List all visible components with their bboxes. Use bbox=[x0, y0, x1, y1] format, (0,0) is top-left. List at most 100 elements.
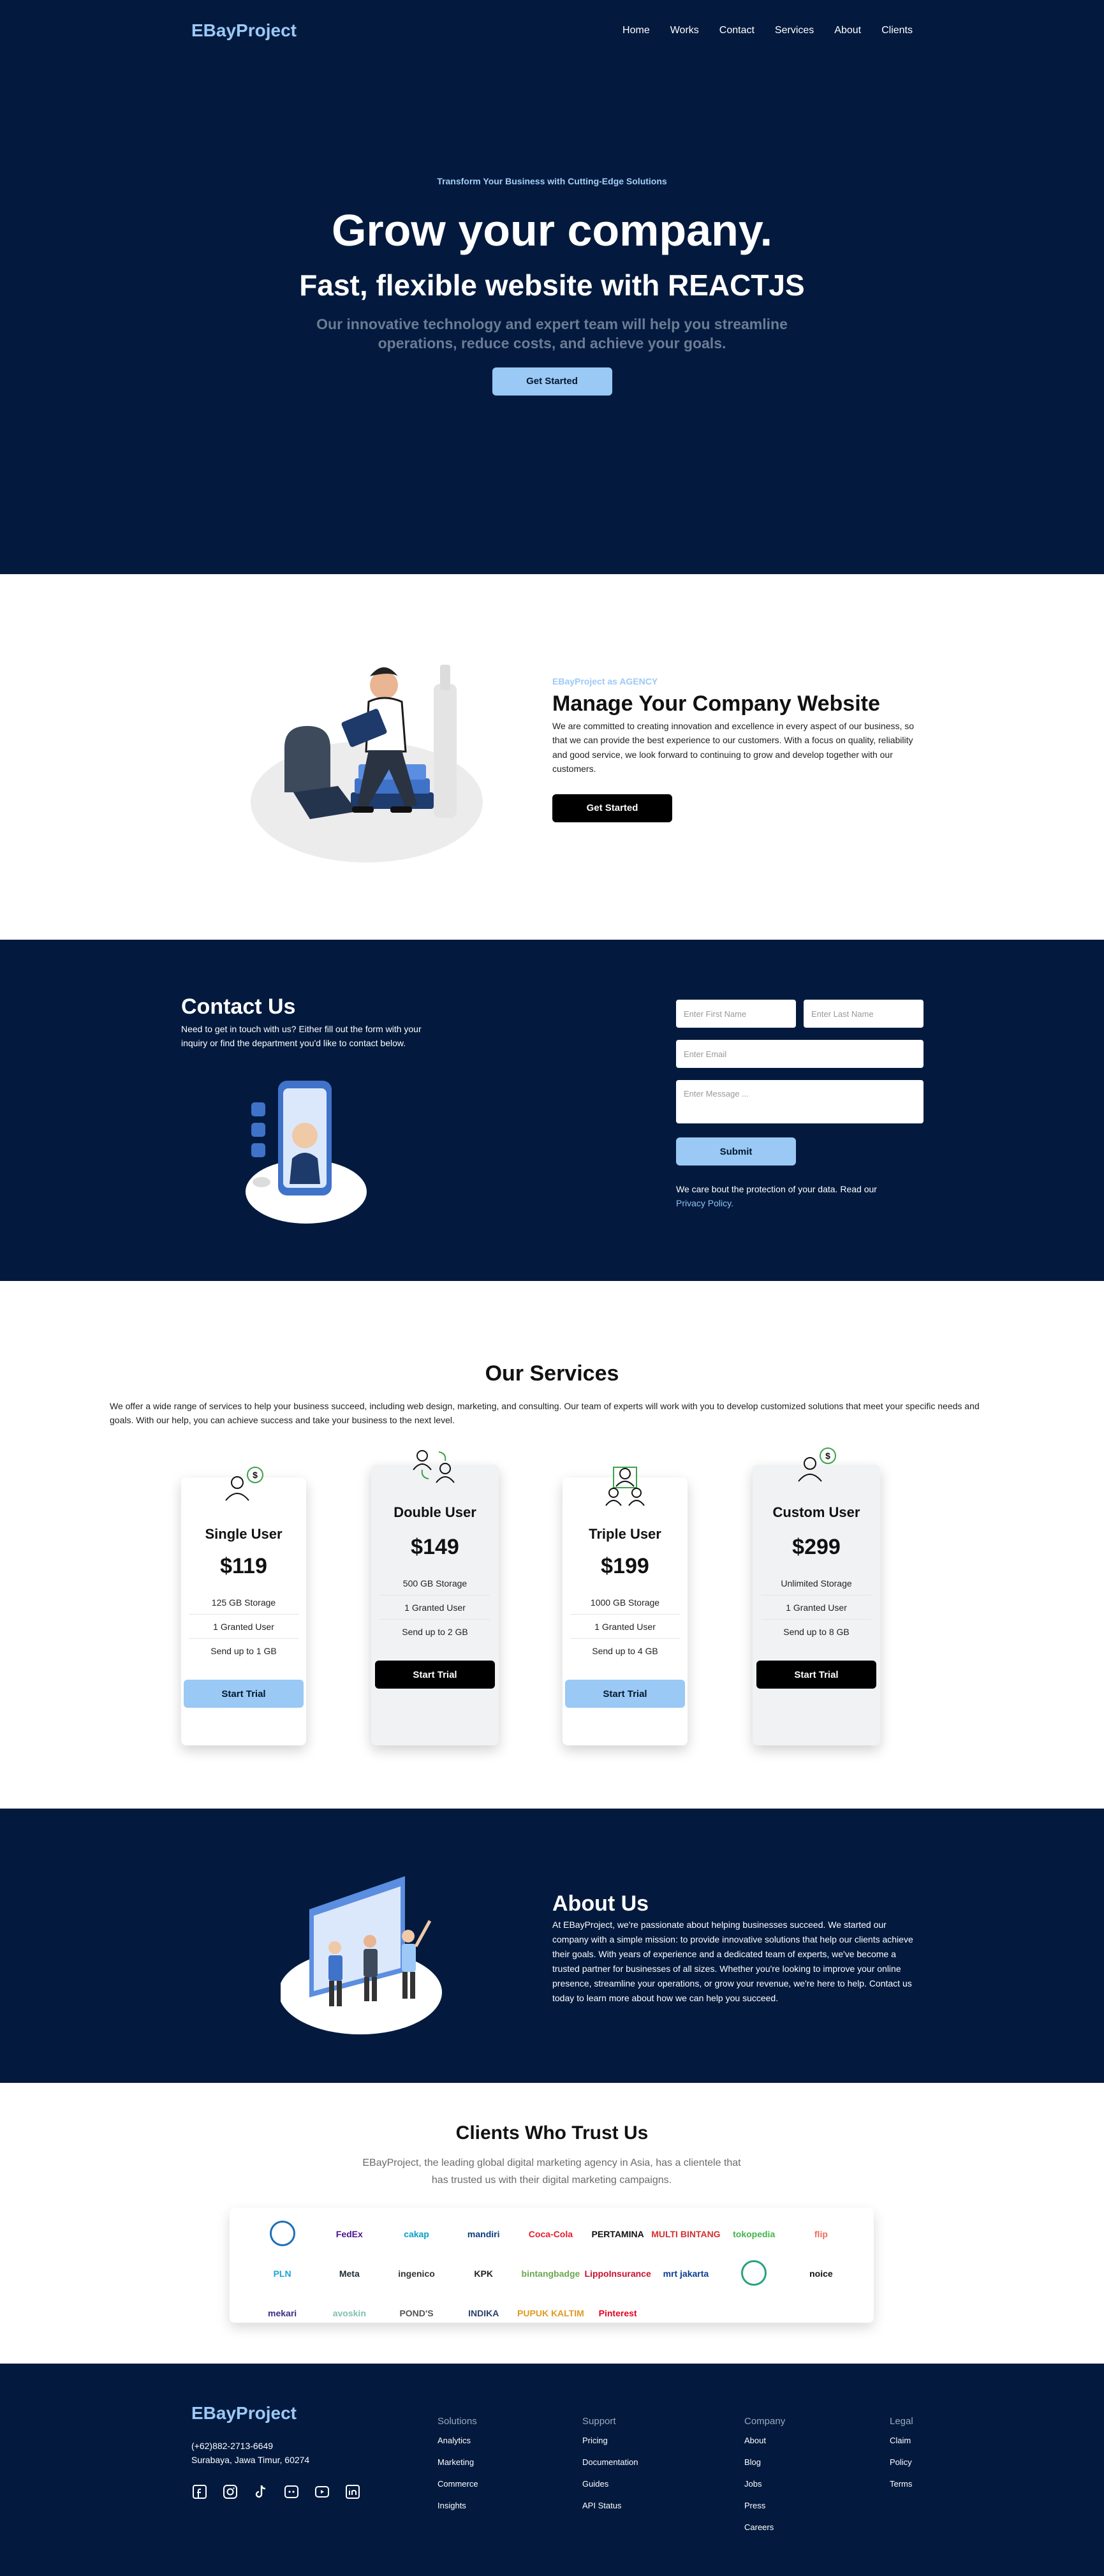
plan-feature: Send up to 2 GB bbox=[402, 1627, 468, 1637]
footer-link[interactable]: Careers bbox=[744, 2522, 785, 2544]
footer-brand[interactable]: EBayProject bbox=[191, 2403, 297, 2424]
client-logo: mekari bbox=[268, 2308, 297, 2318]
start-trial-button[interactable]: Start Trial bbox=[375, 1661, 495, 1689]
footer-col-title: Solutions bbox=[438, 2416, 477, 2427]
message-textarea[interactable]: Enter Message ... bbox=[676, 1080, 924, 1123]
client-logo: LippoInsurance bbox=[585, 2269, 651, 2279]
start-trial-button[interactable]: Start Trial bbox=[756, 1661, 876, 1689]
services-title: Our Services bbox=[485, 1361, 619, 1386]
email-input[interactable]: Enter Email bbox=[676, 1040, 924, 1068]
first-name-input[interactable]: Enter First Name bbox=[676, 1000, 796, 1028]
plan-name: Single User bbox=[205, 1526, 283, 1542]
footer-link[interactable]: API Status bbox=[582, 2501, 638, 2522]
client-logo-text: POND'S bbox=[399, 2308, 434, 2318]
nav-link-works[interactable]: Works bbox=[670, 25, 699, 36]
client-logo-text: mekari bbox=[268, 2308, 297, 2318]
client-logo: KPK bbox=[474, 2269, 493, 2279]
hero-get-started-button[interactable]: Get Started bbox=[492, 367, 612, 396]
client-logo-grid: FedEx cakap mandiri Coca-Cola PERTAMINA MULTI… bbox=[249, 2214, 855, 2333]
start-trial-button[interactable]: Start Trial bbox=[184, 1680, 304, 1708]
hero-section: EBayProject Home Works Contact Services … bbox=[0, 0, 1104, 574]
agency-description: We are committed to creating innovation … bbox=[552, 721, 915, 774]
footer-link[interactable]: Jobs bbox=[744, 2479, 785, 2501]
client-logo-text: KPK bbox=[474, 2269, 493, 2279]
client-logo: avoskin bbox=[333, 2308, 366, 2318]
client-logo-text: avoskin bbox=[332, 2308, 366, 2318]
footer-link[interactable]: Pricing bbox=[582, 2436, 638, 2457]
discord-icon[interactable] bbox=[283, 2483, 300, 2500]
double-user-icon bbox=[413, 1450, 455, 1483]
facebook-icon[interactable] bbox=[191, 2483, 208, 2500]
brand-logo[interactable]: EBayProject bbox=[191, 20, 297, 41]
footer-link[interactable]: Claim bbox=[890, 2436, 913, 2457]
client-logo: MULTI BINTANG bbox=[651, 2229, 720, 2239]
submit-button[interactable]: Submit bbox=[676, 1137, 796, 1166]
client-logo: ingenico bbox=[398, 2269, 435, 2279]
plan-features: 125 GB Storage 1 Granted User Send up to… bbox=[189, 1590, 298, 1663]
plan-feature: 1 Granted User bbox=[189, 1615, 298, 1639]
nav-link-about[interactable]: About bbox=[834, 25, 861, 36]
plan-feature: 125 GB Storage bbox=[189, 1590, 298, 1615]
contact-title: Contact Us bbox=[181, 995, 296, 1019]
footer-link[interactable]: Insights bbox=[438, 2501, 478, 2522]
footer-phone: (+62)882-2713-6649 bbox=[191, 2441, 274, 2451]
footer-link[interactable]: Commerce bbox=[438, 2479, 478, 2501]
footer-link[interactable]: Policy bbox=[890, 2457, 913, 2479]
client-logo: flip bbox=[814, 2229, 828, 2239]
linkedin-icon[interactable] bbox=[344, 2483, 361, 2500]
footer: EBayProject (+62)882-2713-6649 Surabaya,… bbox=[0, 2364, 1104, 2576]
last-name-input[interactable]: Enter Last Name bbox=[804, 1000, 924, 1028]
client-logo-text: FedEx bbox=[335, 2229, 363, 2239]
footer-link[interactable]: Marketing bbox=[438, 2457, 478, 2479]
footer-link[interactable]: Guides bbox=[582, 2479, 638, 2501]
svg-text:$: $ bbox=[253, 1470, 258, 1480]
start-trial-button[interactable]: Start Trial bbox=[565, 1680, 685, 1708]
footer-link[interactable]: Press bbox=[744, 2501, 785, 2522]
privacy-policy-link[interactable]: Privacy Policy. bbox=[676, 1198, 733, 1208]
clients-description: EBayProject, the leading global digital … bbox=[362, 2158, 741, 2186]
plan-feature: 1000 GB Storage bbox=[570, 1590, 680, 1615]
services-description: We offer a wide range of services to hel… bbox=[110, 1401, 980, 1426]
client-logo: PERTAMINA bbox=[592, 2229, 644, 2239]
footer-link[interactable]: Blog bbox=[744, 2457, 785, 2479]
client-logo bbox=[741, 2260, 767, 2288]
footer-col-title: Support bbox=[582, 2416, 616, 2427]
privacy-text: We care bout the protection of your data… bbox=[676, 1184, 877, 1194]
client-logo: cakap bbox=[404, 2229, 429, 2239]
footer-col-legal: Legal Claim Policy Terms bbox=[890, 2416, 913, 2501]
about-description: At EBayProject, we're passionate about h… bbox=[552, 1920, 913, 2004]
nav-link-contact[interactable]: Contact bbox=[719, 25, 754, 36]
pricing-card-double: Double User $149 500 GB Storage 1 Grante… bbox=[371, 1450, 499, 1745]
footer-link[interactable]: Terms bbox=[890, 2479, 913, 2501]
instagram-icon[interactable] bbox=[222, 2483, 239, 2500]
footer-col-title: Company bbox=[744, 2416, 786, 2427]
hero-description: Our innovative technology and expert tea… bbox=[316, 316, 788, 352]
triple-user-icon bbox=[605, 1467, 645, 1506]
footer-link[interactable]: Analytics bbox=[438, 2436, 478, 2457]
youtube-icon[interactable] bbox=[314, 2483, 330, 2500]
svg-text:$: $ bbox=[825, 1451, 830, 1461]
nav-links: Home Works Contact Services About Client… bbox=[622, 25, 913, 36]
agency-get-started-button[interactable]: Get Started bbox=[552, 794, 672, 822]
pricing-card-custom: $ Custom User $299 Unlimited Storage 1 G… bbox=[753, 1447, 880, 1745]
social-links bbox=[191, 2483, 361, 2500]
client-logo: INDIKA bbox=[468, 2308, 499, 2318]
footer-link[interactable]: About bbox=[744, 2436, 785, 2457]
single-user-icon: $ bbox=[225, 1467, 263, 1501]
plan-feature: Send up to 8 GB bbox=[783, 1627, 850, 1637]
nav-link-clients[interactable]: Clients bbox=[881, 25, 913, 36]
nav-link-services[interactable]: Services bbox=[775, 25, 814, 36]
hero-title: Grow your company. bbox=[331, 205, 773, 255]
about-text: About Us At EBayProject, we're passionat… bbox=[552, 1891, 922, 2006]
plan-feature: Unlimited Storage bbox=[762, 1571, 871, 1595]
client-logo-text: tokopedia bbox=[733, 2229, 776, 2239]
client-logo bbox=[269, 2220, 295, 2248]
nav-link-home[interactable]: Home bbox=[622, 25, 650, 36]
footer-link[interactable]: Documentation bbox=[582, 2457, 638, 2479]
plan-features: 1000 GB Storage 1 Granted User Send up t… bbox=[570, 1590, 680, 1663]
client-logo-text: PUPUK KALTIM bbox=[517, 2308, 584, 2318]
pricing-card-single: $ Single User $119 125 GB Storage 1 Gran… bbox=[181, 1467, 306, 1745]
plan-feature: 1 Granted User bbox=[762, 1595, 871, 1620]
client-logo: mandiri bbox=[467, 2229, 500, 2239]
tiktok-icon[interactable] bbox=[253, 2483, 269, 2500]
